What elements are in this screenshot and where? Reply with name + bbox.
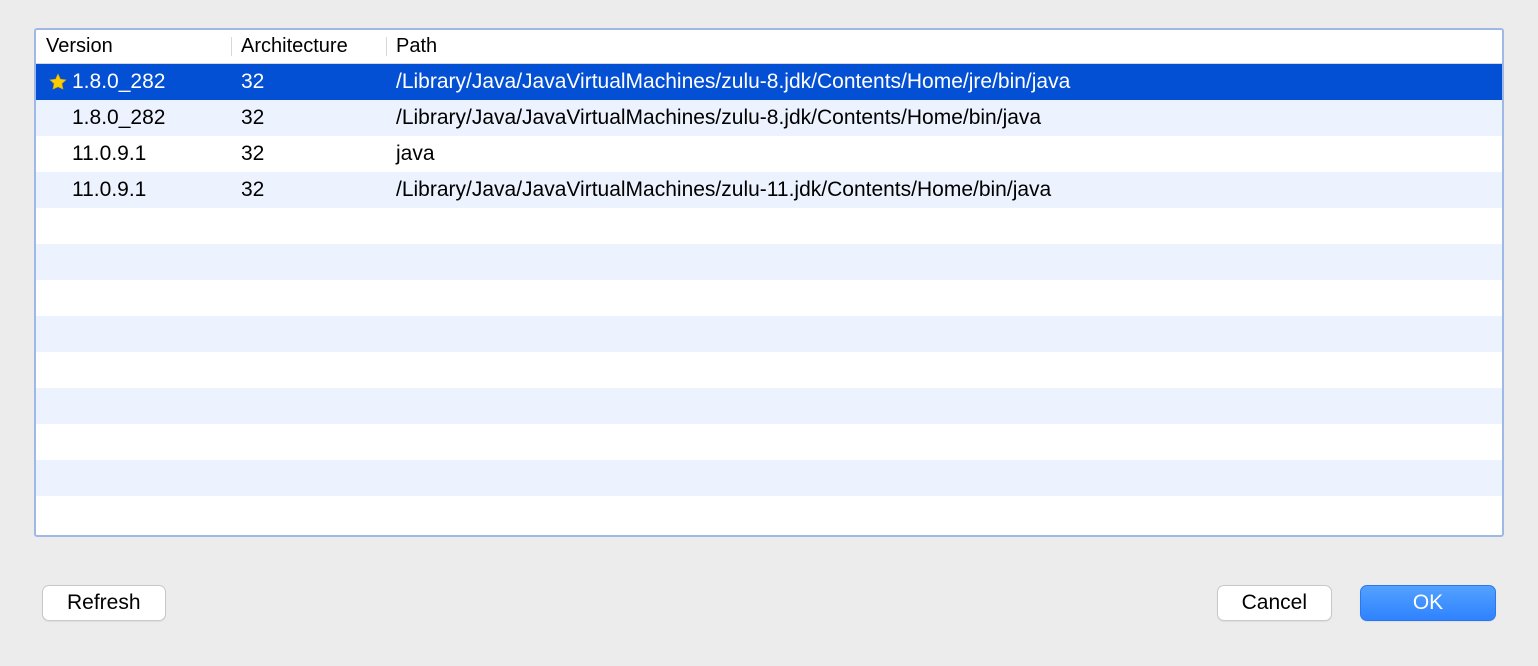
cell-architecture: 32 — [231, 174, 386, 206]
cell-version: 11.0.9.1 — [36, 138, 231, 170]
cell-path: java — [386, 138, 1502, 170]
table-row-empty — [36, 208, 1502, 244]
cell-architecture: 32 — [231, 66, 386, 98]
version-text: 1.8.0_282 — [72, 70, 165, 94]
cell-architecture: 32 — [231, 138, 386, 170]
cell-path: /Library/Java/JavaVirtualMachines/zulu-8… — [386, 102, 1502, 134]
table-row-empty — [36, 424, 1502, 460]
table-row-empty — [36, 352, 1502, 388]
version-text: 11.0.9.1 — [72, 142, 146, 166]
version-text: 11.0.9.1 — [72, 178, 146, 202]
column-header-architecture[interactable]: Architecture — [231, 31, 386, 62]
cell-path: /Library/Java/JavaVirtualMachines/zulu-8… — [386, 66, 1502, 98]
cell-version: 11.0.9.1 — [36, 174, 231, 206]
button-bar: Refresh Cancel OK — [34, 537, 1504, 621]
table-row-empty — [36, 280, 1502, 316]
table-row-empty — [36, 316, 1502, 352]
column-header-version[interactable]: Version — [36, 31, 231, 62]
table-row-empty — [36, 460, 1502, 496]
table-row-empty — [36, 496, 1502, 532]
cancel-button[interactable]: Cancel — [1217, 585, 1332, 621]
table-header-row: Version Architecture Path — [36, 30, 1502, 64]
refresh-button[interactable]: Refresh — [42, 585, 166, 621]
cell-version: 1.8.0_282 — [36, 66, 231, 98]
cell-path: /Library/Java/JavaVirtualMachines/zulu-1… — [386, 174, 1502, 206]
version-text: 1.8.0_282 — [72, 106, 165, 130]
cell-version: 1.8.0_282 — [36, 102, 231, 134]
cell-architecture: 32 — [231, 102, 386, 134]
table-row-empty — [36, 388, 1502, 424]
table-row-empty — [36, 244, 1502, 280]
ok-button[interactable]: OK — [1360, 585, 1496, 621]
java-version-table: Version Architecture Path 1.8.0_282 32/Li… — [34, 28, 1504, 537]
table-row[interactable]: 1.8.0_282 32/Library/Java/JavaVirtualMach… — [36, 64, 1502, 100]
table-row[interactable]: 11.0.9.1 32/Library/Java/JavaVirtualMachi… — [36, 172, 1502, 208]
table-row[interactable]: 1.8.0_282 32/Library/Java/JavaVirtualMach… — [36, 100, 1502, 136]
table-row[interactable]: 11.0.9.1 32java — [36, 136, 1502, 172]
star-icon — [44, 72, 72, 92]
table-body: 1.8.0_282 32/Library/Java/JavaVirtualMach… — [36, 64, 1502, 535]
column-header-path[interactable]: Path — [386, 31, 1502, 62]
